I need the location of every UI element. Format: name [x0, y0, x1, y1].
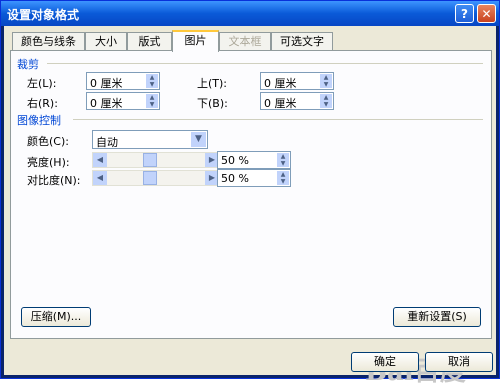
crop-top-label: 上(T): [197, 77, 228, 90]
spin-up-icon[interactable]: ▲ [277, 153, 289, 160]
picture-panel: 裁剪 左(L): 0 厘米 ▲ ▼ 右(R): 0 厘米 ▲ ▼ 上(T): 0 厘… [10, 50, 492, 387]
divider [47, 63, 483, 64]
tab-picture[interactable]: 图片 [172, 30, 219, 52]
crop-right-value: 0 厘米 [90, 97, 123, 110]
spin-down-icon[interactable]: ▼ [146, 101, 158, 108]
dialog-body: 颜色与线条 大小 版式 图片 文本框 可选文字 裁剪 左(L): 0 厘米 ▲ ▼… [4, 26, 496, 387]
crop-left-label: 左(L): [27, 77, 57, 90]
title-bar[interactable]: 设置对象格式 ? ✕ [1, 1, 499, 26]
spin-up-icon[interactable]: ▲ [146, 94, 158, 101]
contrast-value: 50 % [221, 172, 249, 185]
crop-section-title: 裁剪 [17, 58, 39, 71]
crop-right-spinner[interactable]: 0 厘米 ▲ ▼ [86, 92, 160, 110]
color-label: 颜色(C): [27, 135, 69, 148]
crop-bottom-spinner[interactable]: 0 厘米 ▲ ▼ [260, 92, 334, 110]
divider [73, 119, 483, 120]
spin-down-icon[interactable]: ▼ [320, 81, 332, 88]
brightness-slider-thumb[interactable] [143, 153, 157, 167]
contrast-slider[interactable]: ◀ ▶ [92, 170, 220, 186]
contrast-slider-thumb[interactable] [143, 171, 157, 185]
brightness-label: 亮度(H): [27, 156, 70, 169]
crop-left-value: 0 厘米 [90, 77, 123, 90]
tab-text-box: 文本框 [219, 32, 271, 50]
spin-up-icon[interactable]: ▲ [146, 74, 158, 81]
brightness-value: 50 % [221, 154, 249, 167]
crop-bottom-value: 0 厘米 [264, 97, 297, 110]
chevron-left-icon[interactable]: ◀ [93, 171, 107, 185]
compress-button[interactable]: 压缩(M)... [21, 307, 91, 327]
spin-up-icon[interactable]: ▲ [320, 94, 332, 101]
crop-bottom-label: 下(B): [197, 97, 228, 110]
spin-down-icon[interactable]: ▼ [320, 101, 332, 108]
tab-layout[interactable]: 版式 [127, 32, 172, 50]
ok-button[interactable]: 确定 [351, 352, 419, 372]
brightness-spinner[interactable]: 50 % ▲ ▼ [217, 151, 291, 169]
chevron-left-icon[interactable]: ◀ [93, 153, 107, 167]
contrast-spinner[interactable]: 50 % ▲ ▼ [217, 169, 291, 187]
crop-right-label: 右(R): [27, 97, 58, 110]
spin-up-icon[interactable]: ▲ [277, 171, 289, 178]
tab-size[interactable]: 大小 [85, 32, 127, 50]
crop-left-spinner[interactable]: 0 厘米 ▲ ▼ [86, 72, 160, 90]
spin-up-icon[interactable]: ▲ [320, 74, 332, 81]
tab-colors-lines[interactable]: 颜色与线条 [12, 32, 85, 50]
tab-alt-text[interactable]: 可选文字 [271, 32, 333, 50]
chevron-down-icon[interactable]: ▼ [191, 132, 206, 147]
color-value: 自动 [96, 136, 118, 149]
spin-down-icon[interactable]: ▼ [277, 178, 289, 185]
close-button[interactable]: ✕ [477, 4, 496, 23]
contrast-label: 对比度(N): [27, 174, 81, 187]
crop-top-value: 0 厘米 [264, 77, 297, 90]
reset-button[interactable]: 重新设置(S) [393, 307, 481, 327]
brightness-slider[interactable]: ◀ ▶ [92, 152, 220, 168]
dialog-title: 设置对象格式 [7, 8, 80, 22]
spin-down-icon[interactable]: ▼ [277, 160, 289, 167]
spin-down-icon[interactable]: ▼ [146, 81, 158, 88]
cancel-button[interactable]: 取消 [425, 352, 493, 372]
crop-top-spinner[interactable]: 0 厘米 ▲ ▼ [260, 72, 334, 90]
format-object-dialog: 设置对象格式 ? ✕ 颜色与线条 大小 版式 图片 文本框 可选文字 裁剪 左(… [0, 0, 500, 387]
image-control-section-title: 图像控制 [17, 114, 61, 127]
color-select[interactable]: 自动 ▼ [92, 130, 208, 149]
help-button[interactable]: ? [455, 4, 474, 23]
